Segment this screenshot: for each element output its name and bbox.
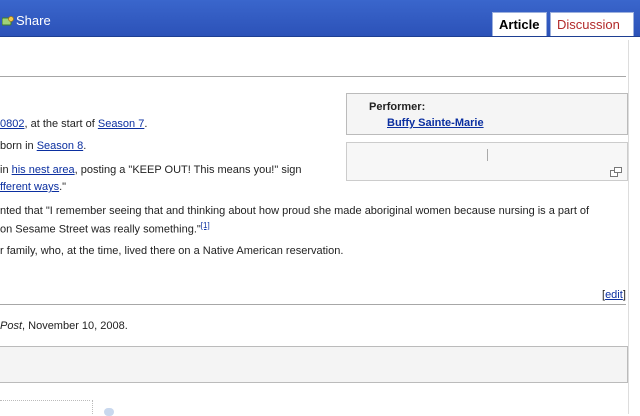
body-line-7: r family, who, at the time, lived there … (0, 245, 344, 257)
performer-label: Performer: (369, 101, 426, 113)
enlarge-icon[interactable] (610, 167, 622, 177)
edit-link[interactable]: edit (605, 289, 623, 301)
episode-link[interactable]: 0802 (0, 118, 24, 130)
top-bar: Share Article Discussion (0, 0, 640, 37)
body-line-2: born in Season 8. (0, 140, 87, 152)
footer-box (0, 346, 628, 383)
dotted-separator (92, 400, 93, 414)
infobox: Performer: Buffy Sainte-Marie (346, 93, 628, 135)
header-divider (0, 76, 626, 77)
body-line-1: 0802, at the start of Season 7. (0, 118, 148, 130)
image-box (346, 142, 628, 181)
season-8-link[interactable]: Season 8 (37, 140, 83, 152)
body-line-6: on Sesame Street was really something."[… (0, 221, 210, 236)
citation-line: Post, November 10, 2008. (0, 320, 128, 332)
right-border (628, 40, 629, 414)
body-line-5: nted that "I remember seeing that and th… (0, 205, 590, 217)
share-button[interactable]: Share (1, 13, 51, 28)
share-icon (1, 15, 14, 26)
body-line-4: fferent ways." (0, 181, 67, 193)
dotted-divider (0, 400, 90, 401)
text-cursor (487, 149, 488, 161)
season-7-link[interactable]: Season 7 (98, 118, 144, 130)
section-divider (0, 304, 626, 305)
nest-area-link[interactable]: his nest area (12, 164, 75, 176)
performer-link[interactable]: Buffy Sainte-Marie (387, 117, 484, 129)
citation-source: Post (0, 320, 23, 332)
tab-discussion[interactable]: Discussion (550, 12, 634, 36)
share-label: Share (16, 13, 51, 28)
edit-section: [edit] (602, 289, 626, 301)
reference-link[interactable]: [1] (201, 221, 210, 230)
tab-article[interactable]: Article (492, 12, 547, 36)
different-ways-link[interactable]: fferent ways (0, 181, 59, 193)
body-line-3: in his nest area, posting a "KEEP OUT! T… (0, 164, 302, 176)
partial-icon (104, 408, 114, 416)
